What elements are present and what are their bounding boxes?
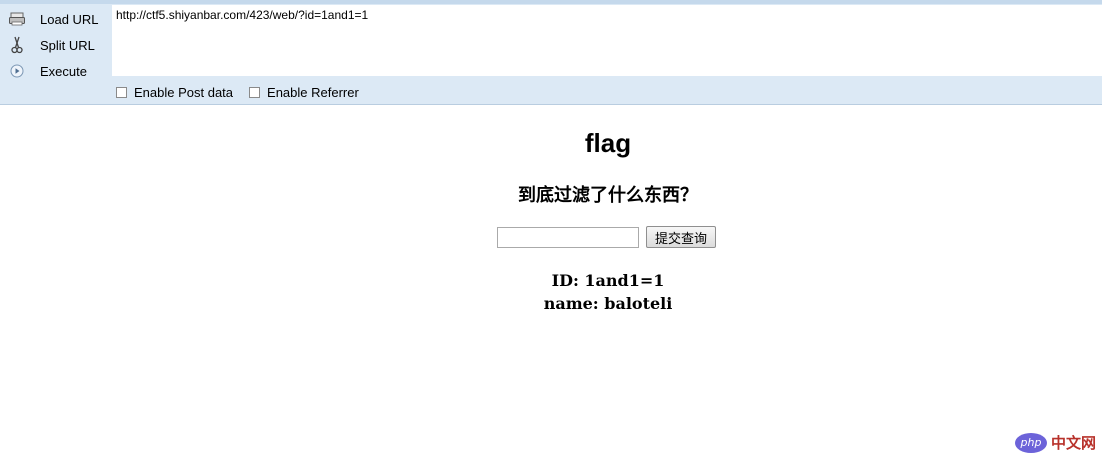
php-logo-icon: php [1014,432,1047,453]
page-subtitle: 到底过滤了什么东西？ [518,185,698,205]
query-form: 提交查询 [497,226,717,248]
load-url-icon [8,10,26,28]
query-result: ID: 1and1=1 name: baloteli [0,269,1102,315]
enable-referrer-option[interactable]: Enable Referrer [249,85,359,100]
page-content: flag 到底过滤了什么东西？ 提交查询 ID: 1and1=1 name: b… [0,106,1102,459]
url-textarea[interactable]: http://ctf5.shiyanbar.com/423/web/?id=1a… [112,5,1102,76]
submit-query-button[interactable]: 提交查询 [646,226,717,248]
page-title: flag [584,128,632,158]
enable-post-label: Enable Post data [134,85,234,100]
options-row: Enable Post data Enable Referrer [116,85,375,100]
watermark-text: 中文网 [1050,434,1096,452]
split-url-label: Split URL [40,37,95,53]
php-cn-watermark: php 中文网 [1014,432,1096,453]
split-url-button[interactable]: Split URL [8,34,108,56]
id-input[interactable] [497,226,639,248]
enable-post-checkbox[interactable] [116,87,127,98]
enable-referrer-label: Enable Referrer [267,85,359,100]
execute-button[interactable]: Execute [8,60,108,82]
execute-label: Execute [40,63,87,79]
load-url-button[interactable]: Load URL [8,8,108,30]
scissors-icon [8,36,26,54]
result-name: name: baloteli [543,294,673,313]
url-text: http://ctf5.shiyanbar.com/423/web/?id=1a… [116,8,369,22]
load-url-label: Load URL [40,11,99,27]
enable-referrer-checkbox[interactable] [249,87,261,98]
result-id: ID: 1and1=1 [551,271,665,290]
play-icon [8,62,26,80]
enable-post-option[interactable]: Enable Post data [116,85,233,100]
hackbar-toolbar: Load URL Split URL Execute http://ctf5.s… [0,0,1102,105]
